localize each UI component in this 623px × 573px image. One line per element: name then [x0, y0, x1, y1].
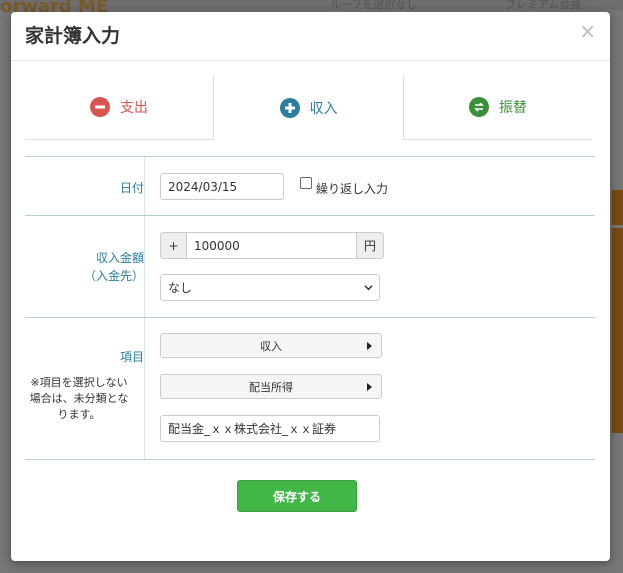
amount-label: 収入金額: [95, 251, 144, 265]
account-select[interactable]: なし: [160, 274, 380, 301]
transfer-icon: [469, 97, 489, 117]
caret-right-icon: [367, 341, 372, 350]
save-button[interactable]: 保存する: [237, 480, 357, 512]
background-group-select: ループを選択なし: [330, 0, 418, 11]
amount-row: 収入金額 （入金先） + 100000 円 なし: [25, 215, 595, 318]
tab-income-label: 収入: [309, 100, 338, 117]
yen-addon: 円: [356, 232, 384, 259]
item-row: 項目 ※項目を選択しない場合は、未分類となります。 収入 配当所得 配当金_ｘｘ…: [25, 317, 595, 460]
row-separator: [144, 157, 145, 216]
minus-circle-icon: [90, 97, 110, 117]
row-separator: [144, 318, 145, 459]
category-select-button[interactable]: 収入: [160, 333, 382, 358]
tab-expense[interactable]: 支出: [25, 75, 214, 140]
close-icon[interactable]: ×: [579, 21, 596, 41]
modal-title: 家計簿入力: [25, 25, 121, 47]
household-entry-modal: 家計簿入力 × 支出 収入 振替 日付 2024/03/15 繰り返し入力 収入…: [11, 12, 610, 561]
repeat-checkbox[interactable]: [300, 177, 312, 189]
background-side-block: [612, 228, 623, 433]
date-label: 日付: [119, 181, 144, 195]
date-row: 日付 2024/03/15 繰り返し入力: [25, 156, 595, 216]
tab-transfer[interactable]: 振替: [403, 75, 592, 140]
tab-expense-label: 支出: [120, 100, 148, 116]
subcategory-value: 配当所得: [249, 380, 293, 394]
row-separator: [144, 216, 145, 318]
repeat-label: 繰り返し入力: [316, 182, 389, 196]
memo-input[interactable]: 配当金_ｘｘ株式会社_ｘｘ証券: [160, 415, 380, 442]
modal-header: 家計簿入力 ×: [11, 12, 610, 61]
caret-right-icon: [367, 382, 372, 391]
category-value: 収入: [260, 339, 282, 353]
account-select-value: なし: [168, 281, 193, 295]
entry-type-tabs: 支出 収入 振替: [25, 75, 592, 141]
tab-transfer-label: 振替: [499, 100, 527, 116]
background-premium-label: プレミアム会員: [505, 0, 582, 11]
amount-sub-label: （入金先）: [83, 269, 144, 283]
date-input[interactable]: 2024/03/15: [160, 173, 284, 200]
chevron-down-icon: [364, 284, 373, 290]
item-label: 項目: [119, 350, 144, 364]
plus-circle-icon: [279, 97, 300, 118]
item-note: ※項目を選択しない場合は、未分類となります。: [29, 376, 129, 421]
background-side-block: [612, 190, 623, 225]
amount-input[interactable]: 100000: [186, 232, 357, 259]
tab-income[interactable]: 収入: [214, 75, 403, 140]
subcategory-select-button[interactable]: 配当所得: [160, 374, 382, 399]
sign-addon: +: [160, 232, 187, 259]
